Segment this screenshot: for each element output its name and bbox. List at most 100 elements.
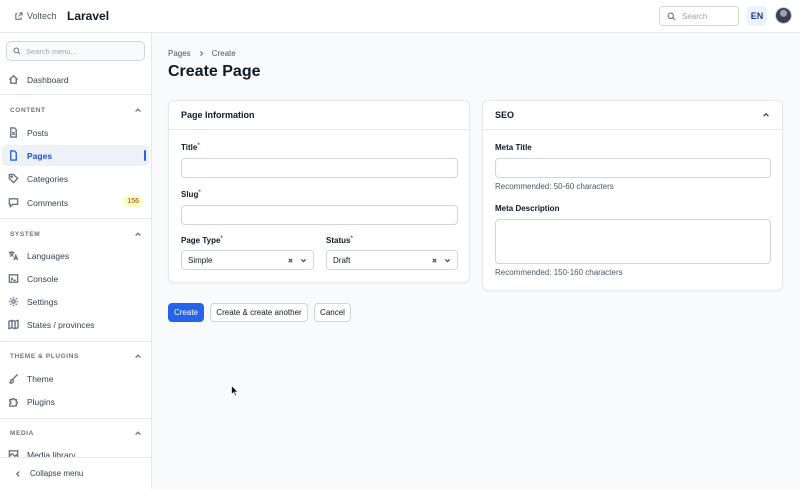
chevron-up-icon[interactable] xyxy=(762,111,770,119)
sidebar-item-categories[interactable]: Categories xyxy=(2,168,149,189)
status-select[interactable]: Draft xyxy=(326,250,458,270)
sidebar-item-label: Theme xyxy=(27,373,54,384)
sidebar-item-console[interactable]: Console xyxy=(2,268,149,289)
sidebar-item-settings[interactable]: Settings xyxy=(2,291,149,312)
chevron-down-icon xyxy=(301,258,306,262)
sidebar-divider xyxy=(0,94,152,95)
page-type-value: Simple xyxy=(188,255,213,265)
external-link-icon xyxy=(15,11,23,20)
title-input[interactable] xyxy=(181,158,458,178)
chevron-up-icon xyxy=(135,232,141,237)
sidebar-item-label: Dashboard xyxy=(27,74,69,85)
sidebar-item-label: Pages xyxy=(27,150,53,161)
clear-icon[interactable] xyxy=(287,257,294,264)
meta-description-hint: Recommended: 150-160 characters xyxy=(495,268,623,277)
breadcrumb-parent-link[interactable]: Pages xyxy=(168,49,191,58)
site-link-label: Voltech xyxy=(27,11,57,21)
sidebar-divider xyxy=(0,218,152,219)
top-bar: Voltech Laravel Search EN xyxy=(0,0,800,33)
sidebar-item-label: Plugins xyxy=(27,396,55,407)
global-search-placeholder: Search xyxy=(682,11,708,21)
sidebar-item-theme[interactable]: Theme xyxy=(2,368,149,389)
gear-icon xyxy=(8,296,19,307)
required-mark: * xyxy=(197,143,200,149)
global-search-input[interactable]: Search xyxy=(659,6,739,26)
page-type-label-text: Page Type xyxy=(181,236,221,245)
chevron-up-icon xyxy=(135,108,141,113)
meta-title-label: Meta Title xyxy=(495,143,532,152)
group-media-header[interactable]: MEDIA xyxy=(10,429,142,437)
cancel-button[interactable]: Cancel xyxy=(314,303,351,322)
create-button[interactable]: Create xyxy=(168,303,204,322)
sidebar-item-label: Languages xyxy=(27,250,70,261)
breadcrumb-current: Create xyxy=(211,49,236,58)
status-value: Draft xyxy=(333,255,351,265)
comment-icon xyxy=(8,198,19,208)
page-information-card: Page Information Title* Slug* Page Type*… xyxy=(168,100,470,283)
clear-icon[interactable] xyxy=(431,257,438,264)
sidebar-item-posts[interactable]: Posts xyxy=(2,122,149,143)
slug-input[interactable] xyxy=(181,205,458,225)
group-label: CONTENT xyxy=(10,106,46,114)
page-type-select[interactable]: Simple xyxy=(181,250,314,270)
terminal-icon xyxy=(8,274,19,283)
group-label: SYSTEM xyxy=(10,230,41,238)
required-mark: * xyxy=(350,236,353,242)
page-information-header: Page Information xyxy=(169,101,469,130)
meta-description-label: Meta Description xyxy=(495,204,560,213)
sidebar-item-label: Categories xyxy=(27,173,69,184)
user-avatar[interactable] xyxy=(775,7,792,24)
sidebar-divider xyxy=(0,418,152,419)
seo-card: SEO Meta Title Recommended: 50-60 charac… xyxy=(482,100,783,291)
slug-label-text: Slug xyxy=(181,190,199,199)
chevron-down-icon xyxy=(445,258,450,262)
meta-description-textarea[interactable] xyxy=(495,219,771,264)
puzzle-icon xyxy=(9,397,19,407)
search-icon xyxy=(667,12,676,20)
group-theme-header[interactable]: THEME & PLUGINS xyxy=(10,352,142,360)
chevron-left-icon xyxy=(15,470,20,477)
group-label: MEDIA xyxy=(10,429,34,437)
status-label-text: Status xyxy=(326,236,351,245)
brand-logo[interactable]: Laravel xyxy=(67,9,109,23)
page-icon xyxy=(10,150,17,161)
document-icon xyxy=(10,127,17,138)
title-label-text: Title xyxy=(181,143,198,152)
page-information-heading: Page Information xyxy=(181,110,255,120)
sidebar-item-label: Settings xyxy=(27,296,58,307)
chevron-right-icon xyxy=(199,51,204,56)
sidebar-item-comments[interactable]: Comments 156 xyxy=(2,192,149,213)
page-title: Create Page xyxy=(168,63,261,80)
slug-label: Slug* xyxy=(181,190,201,199)
create-and-create-another-button[interactable]: Create & create another xyxy=(210,303,308,322)
sidebar-item-languages[interactable]: Languages xyxy=(2,245,149,266)
group-system-header[interactable]: SYSTEM xyxy=(10,230,142,238)
title-label: Title* xyxy=(181,143,200,152)
map-icon xyxy=(8,319,19,330)
brush-icon xyxy=(9,373,19,384)
sidebar-item-label: States / provinces xyxy=(27,319,95,330)
sidebar-item-dashboard[interactable]: Dashboard xyxy=(2,69,149,90)
home-icon xyxy=(8,74,19,84)
sidebar-item-label: Console xyxy=(27,273,59,284)
breadcrumb: Pages Create xyxy=(168,49,236,58)
visit-site-link[interactable]: Voltech xyxy=(14,11,57,21)
sidebar-item-states[interactable]: States / provinces xyxy=(2,314,149,335)
language-switcher[interactable]: EN xyxy=(747,6,767,26)
sidebar-search-input[interactable]: Search menu... xyxy=(6,41,145,61)
chevron-up-icon xyxy=(135,431,141,436)
sidebar-item-plugins[interactable]: Plugins xyxy=(2,391,149,412)
seo-header[interactable]: SEO xyxy=(483,101,782,130)
sidebar-item-pages[interactable]: Pages xyxy=(2,145,149,166)
sidebar-divider xyxy=(0,341,152,342)
meta-title-input[interactable] xyxy=(495,158,771,178)
sidebar-search-placeholder: Search menu... xyxy=(26,46,77,56)
sidebar: Search menu... Dashboard CONTENT Posts P… xyxy=(0,33,152,489)
page-type-label: Page Type* xyxy=(181,236,223,245)
translate-icon xyxy=(8,251,19,261)
meta-title-hint: Recommended: 50-60 characters xyxy=(495,182,614,191)
group-content-header[interactable]: CONTENT xyxy=(10,106,142,114)
collapse-menu-button[interactable]: Collapse menu xyxy=(0,457,151,489)
seo-heading: SEO xyxy=(495,110,515,120)
sidebar-item-label: Comments xyxy=(27,197,69,208)
